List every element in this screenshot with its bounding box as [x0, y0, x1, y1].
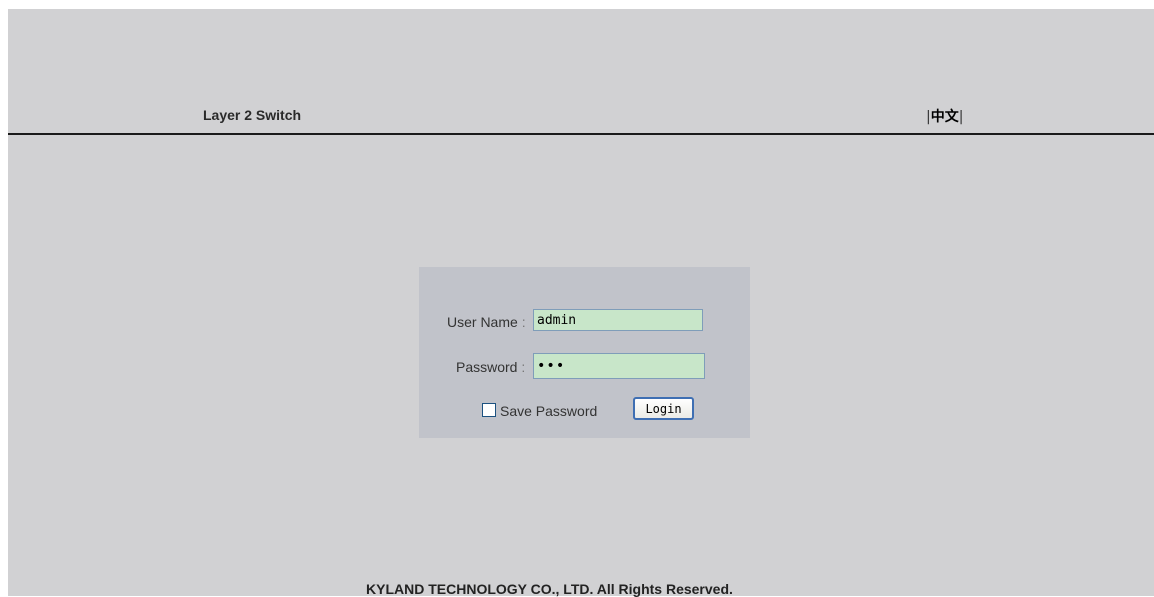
password-label-row: Password :: [456, 359, 525, 375]
username-input[interactable]: [533, 309, 703, 331]
language-chinese-link[interactable]: 中文: [931, 109, 959, 125]
language-separator-right: |: [958, 109, 964, 125]
username-label-colon: :: [521, 314, 526, 330]
password-label-colon: :: [521, 359, 526, 375]
save-password-checkbox[interactable]: [482, 403, 496, 417]
save-password-label: Save Password: [500, 403, 598, 419]
header: Layer 2 Switch |中文|: [8, 9, 1154, 133]
page-background: Layer 2 Switch |中文| User Name : Password…: [8, 9, 1154, 596]
username-label-row: User Name :: [447, 314, 526, 330]
username-label: User Name: [447, 314, 518, 330]
copyright-text: KYLAND TECHNOLOGY CO., LTD. All Rights R…: [366, 581, 733, 597]
login-button[interactable]: Login: [633, 397, 694, 420]
password-input[interactable]: [533, 353, 705, 379]
save-password-option[interactable]: Save Password: [482, 403, 597, 419]
password-label: Password: [456, 359, 518, 375]
header-divider: [8, 133, 1154, 135]
language-switch: |中文|: [926, 106, 963, 126]
product-title: Layer 2 Switch: [203, 107, 302, 123]
login-panel: User Name : Password : Save Password Log…: [419, 267, 750, 438]
